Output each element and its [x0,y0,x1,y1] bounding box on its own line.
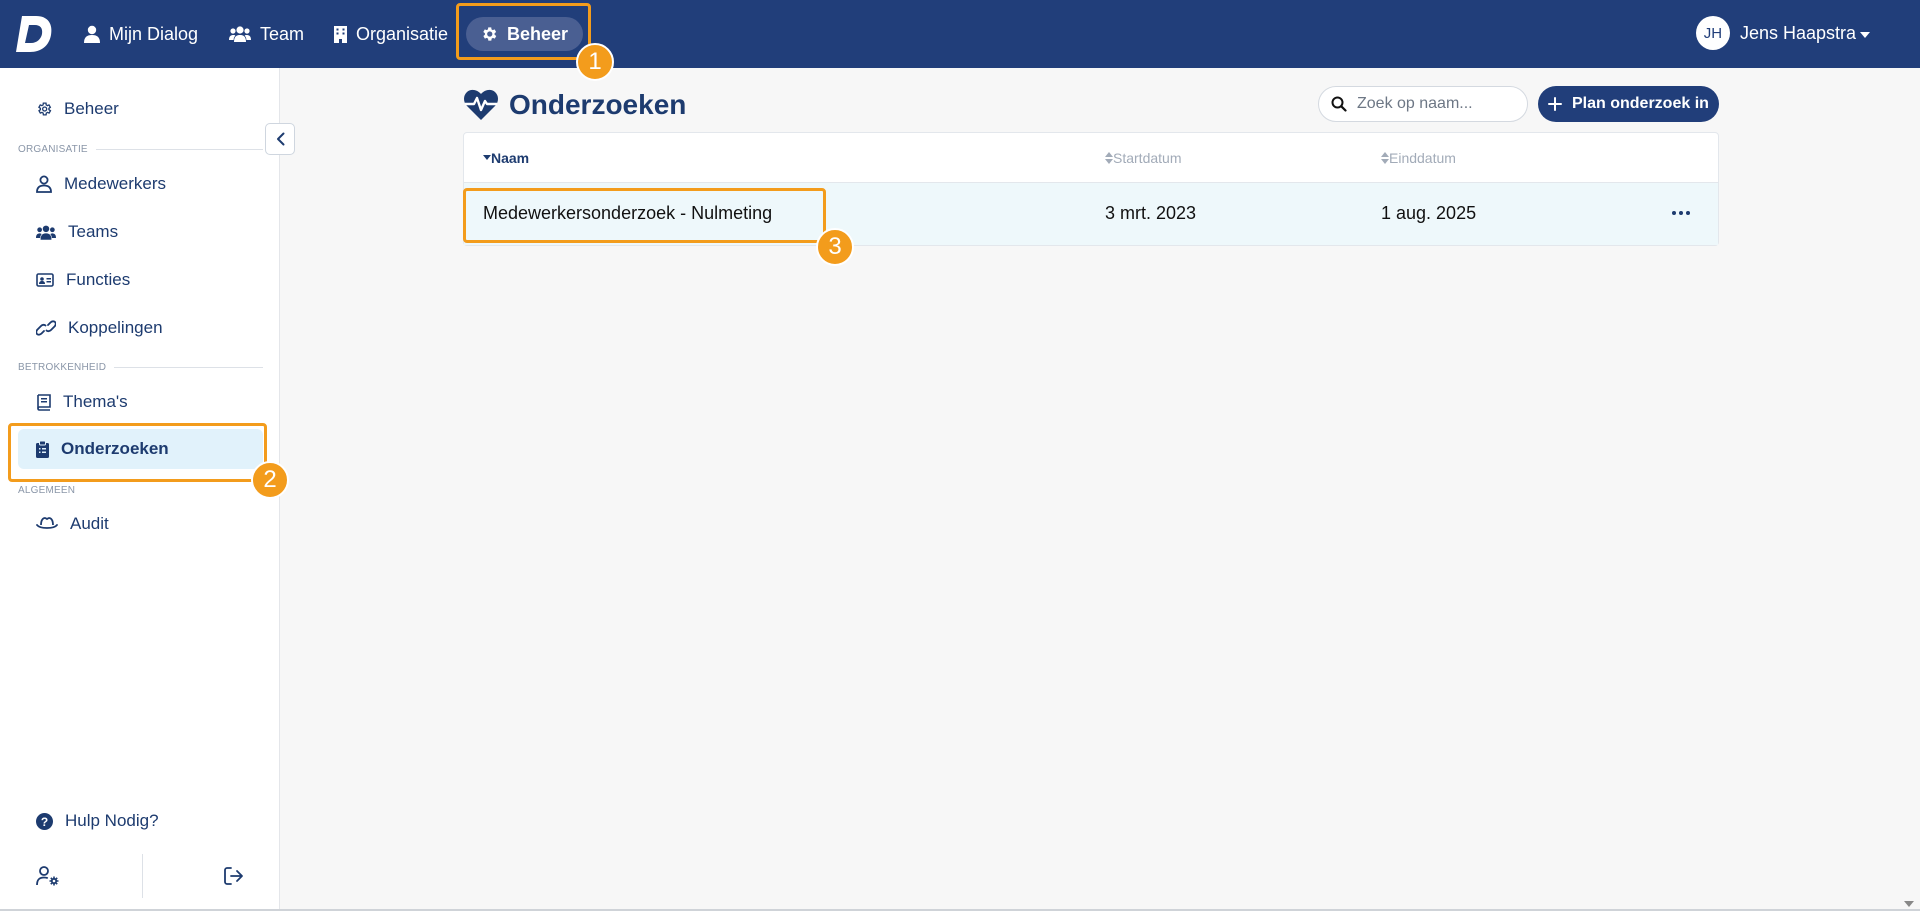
annotation-badge-3: 3 [816,228,854,266]
section-label-organisatie: ORGANISATIE [18,144,263,155]
section-label-text: ORGANISATIE [18,144,88,155]
search-field[interactable] [1318,86,1528,122]
question-circle-icon: ? [36,812,53,830]
search-input[interactable] [1357,95,1507,113]
user-outline-icon [36,175,52,193]
svg-text:?: ? [41,815,48,829]
column-header-startdatum-label: Startdatum [1113,150,1182,166]
sidebar-item-functies-label: Functies [66,270,131,289]
sidebar-item-koppelingen-label: Koppelingen [68,318,163,337]
sort-icon [1381,152,1389,164]
caret-down-icon [1860,31,1870,38]
sidebar: Beheer ORGANISATIE Medewerkers Teams Fun… [0,68,280,911]
nav-organisatie[interactable]: Organisatie [334,17,448,51]
book-icon [37,393,51,411]
clipboard-icon [36,440,49,458]
section-divider [114,367,263,368]
column-header-einddatum[interactable]: Einddatum [1381,150,1456,166]
column-header-einddatum-label: Einddatum [1389,150,1456,166]
gear-icon [483,27,497,41]
column-header-startdatum[interactable]: Startdatum [1105,150,1181,166]
annotation-badge-1: 1 [576,43,614,81]
sidebar-item-koppelingen[interactable]: Koppelingen [18,308,263,348]
plan-onderzoek-label: Plan onderzoek in [1572,95,1709,112]
section-label-betrokkenheid: BETROKKENHEID [18,362,263,373]
nav-beheer[interactable]: Beheer [466,17,584,51]
sidebar-item-medewerkers-label: Medewerkers [64,174,167,193]
section-divider [95,149,263,150]
cell-naam[interactable]: Medewerkersonderzoek - Nulmeting [483,203,772,224]
user-name: Jens Haapstra [1739,22,1856,43]
section-label-text: BETROKKENHEID [18,362,107,373]
heart-pulse-icon [464,89,498,120]
plan-onderzoek-button[interactable]: Plan onderzoek in [1538,86,1719,122]
top-navigation-bar: Mijn Dialog Team Organisatie Beheer JH J… [0,0,1920,68]
column-header-naam[interactable]: Naam [483,150,529,166]
column-header-naam-label: Naam [491,150,530,166]
avatar: JH [1695,16,1730,50]
footer-divider [142,854,143,898]
more-actions-icon[interactable] [1672,211,1690,215]
annotation-badge-2: 2 [251,461,289,499]
chevron-left-icon [276,132,284,146]
logout-icon[interactable] [224,867,244,885]
sidebar-item-audit-label: Audit [70,514,109,533]
sort-icon [1105,152,1113,164]
page-title: Onderzoeken [463,86,686,124]
cell-einddatum: 1 aug. 2025 [1381,203,1477,223]
cell-startdatum: 3 mrt. 2023 [1105,203,1197,223]
sidebar-item-themas-label: Thema's [63,392,128,411]
building-icon [334,25,347,43]
user-settings-icon[interactable] [36,866,60,886]
page-title-text: Onderzoeken [509,89,687,120]
section-label-algemeen: ALGEMEEN [18,485,263,496]
sidebar-item-functies[interactable]: Functies [18,260,263,300]
nav-organisatie-label: Organisatie [356,23,449,44]
search-icon [1331,96,1347,112]
detective-hat-icon [36,517,58,529]
sidebar-item-teams[interactable]: Teams [18,212,263,252]
link-icon [36,320,56,336]
table-header: Naam Startdatum Einddatum [464,133,1718,183]
plus-icon [1548,97,1562,111]
sidebar-item-help[interactable]: ? Hulp Nodig? [18,801,263,841]
table-row[interactable]: Medewerkersonderzoek - Nulmeting 3 mrt. … [464,183,1718,245]
sidebar-item-medewerkers[interactable]: Medewerkers [18,164,263,204]
user-menu[interactable]: JH Jens Haapstra [1695,15,1870,51]
gear-outline-icon [38,102,52,116]
sidebar-item-onderzoeken-label: Onderzoeken [61,439,169,458]
nav-beheer-label: Beheer [507,23,569,44]
sidebar-item-beheer-label: Beheer [64,99,119,118]
users-icon [229,26,251,42]
user-icon [84,25,100,43]
nav-team[interactable]: Team [229,17,304,51]
sort-desc-icon [483,155,491,160]
onderzoeken-table: Naam Startdatum Einddatum Medewerkersond… [463,132,1719,246]
sidebar-item-teams-label: Teams [68,222,119,241]
section-label-text: ALGEMEEN [18,485,76,496]
sidebar-item-help-label: Hulp Nodig? [65,811,159,830]
dialog-logo-icon[interactable] [16,14,54,54]
scroll-down-arrow-icon[interactable] [1904,901,1914,907]
nav-mijn-dialog-label: Mijn Dialog [109,23,199,44]
collapse-sidebar-button[interactable] [265,123,295,155]
nav-team-label: Team [260,23,305,44]
sidebar-item-onderzoeken[interactable]: Onderzoeken [18,429,263,469]
nav-mijn-dialog[interactable]: Mijn Dialog [84,17,198,51]
users-icon [36,225,56,240]
sidebar-item-beheer[interactable]: Beheer [18,89,263,129]
sidebar-footer [0,849,280,911]
id-card-icon [36,273,54,287]
sidebar-item-audit[interactable]: Audit [18,504,263,544]
sidebar-item-themas[interactable]: Thema's [18,382,263,422]
